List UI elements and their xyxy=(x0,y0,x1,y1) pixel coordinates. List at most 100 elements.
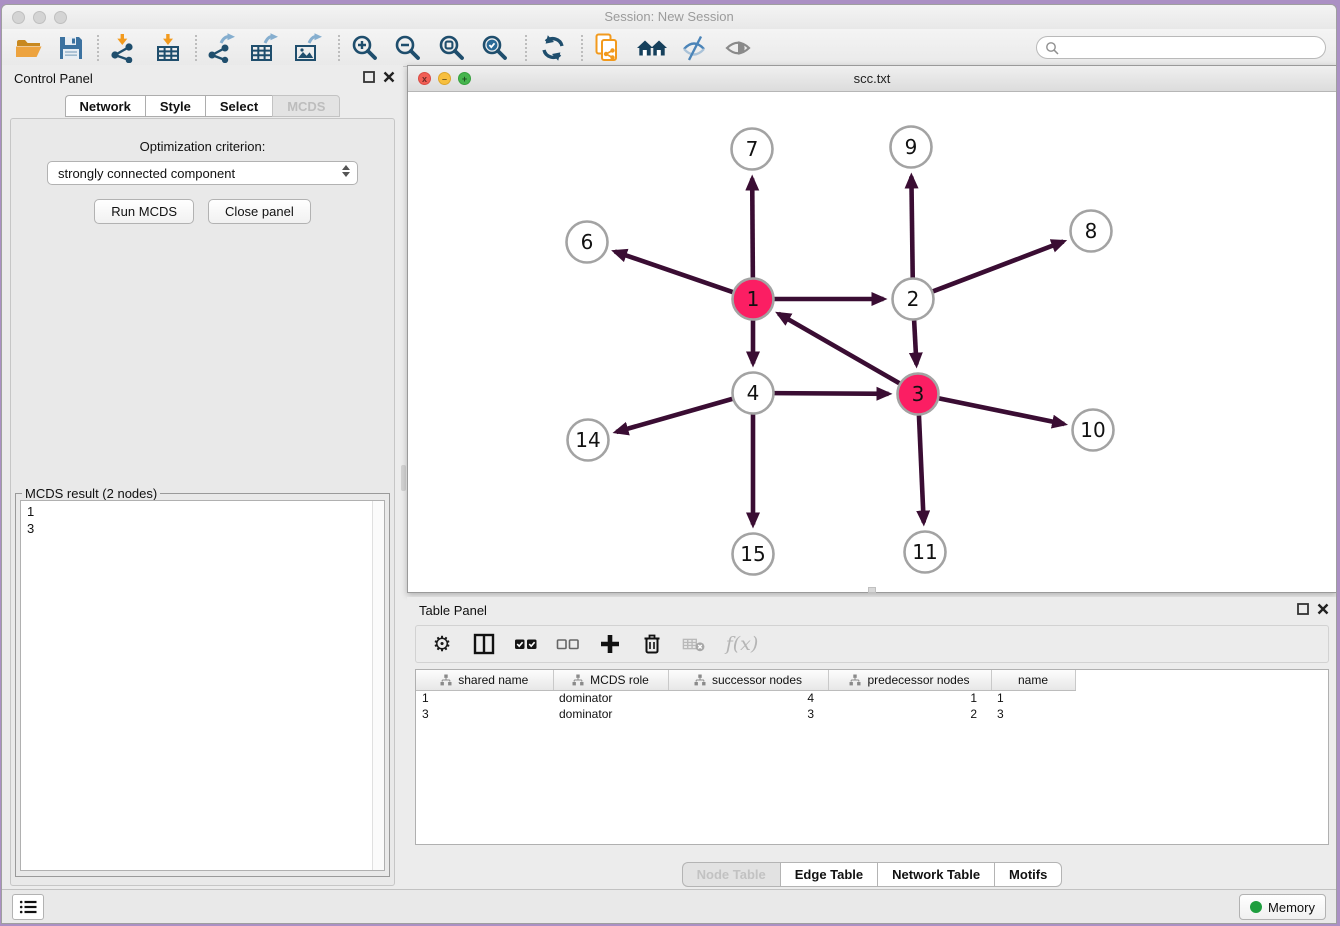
home-button[interactable] xyxy=(636,33,666,63)
zoom-out-button[interactable] xyxy=(393,33,423,63)
cell[interactable]: dominator xyxy=(553,706,668,722)
cell[interactable]: 1 xyxy=(828,690,991,706)
tree-icon xyxy=(694,674,706,686)
edge-2-9[interactable] xyxy=(911,176,912,277)
edge-3-11[interactable] xyxy=(919,415,924,522)
show-columns-button[interactable] xyxy=(472,632,496,656)
export-image-button[interactable] xyxy=(293,33,323,63)
search-input[interactable] xyxy=(1036,36,1326,59)
node-15[interactable]: 15 xyxy=(733,534,774,575)
import-table-icon xyxy=(153,33,183,63)
panel-splitter-handle[interactable] xyxy=(401,465,406,491)
edge-3-10[interactable] xyxy=(939,398,1064,424)
zoom-fit-button[interactable] xyxy=(437,33,467,63)
function-builder-button[interactable]: f(x) xyxy=(724,632,760,656)
node-table[interactable]: shared nameMCDS rolesuccessor nodesprede… xyxy=(416,670,1076,722)
cell[interactable]: dominator xyxy=(553,690,668,706)
edge-1-7[interactable] xyxy=(752,178,753,277)
node-8[interactable]: 8 xyxy=(1071,211,1112,252)
node-11[interactable]: 11 xyxy=(905,532,946,573)
deselect-all-button[interactable] xyxy=(556,632,580,656)
node-7[interactable]: 7 xyxy=(732,129,773,170)
optimization-criterion-select[interactable]: strongly connected component xyxy=(47,161,358,185)
tab-network-table[interactable]: Network Table xyxy=(877,862,994,887)
zoom-selected-button[interactable] xyxy=(480,33,510,63)
column-header-shared-name[interactable]: shared name xyxy=(416,670,553,690)
cell[interactable]: 3 xyxy=(991,706,1075,722)
select-all-button[interactable] xyxy=(514,632,538,656)
toolbar-separator xyxy=(97,35,99,61)
column-header-mcds-role[interactable]: MCDS role xyxy=(553,670,668,690)
tab-select[interactable]: Select xyxy=(205,95,272,117)
table-row[interactable]: 3dominator323 xyxy=(416,706,1075,722)
node-label-11: 11 xyxy=(912,540,937,564)
edge-4-3[interactable] xyxy=(774,393,888,394)
edge-1-6[interactable] xyxy=(615,252,733,292)
open-session-button[interactable] xyxy=(14,33,44,63)
show-panels-button[interactable] xyxy=(12,894,44,920)
control-panel: Control Panel NetworkStyleSelectMCDS Opt… xyxy=(2,65,403,891)
new-network-button[interactable] xyxy=(593,33,623,63)
add-column-button[interactable] xyxy=(598,632,622,656)
node-9[interactable]: 9 xyxy=(891,127,932,168)
node-3[interactable]: 3 xyxy=(898,374,939,415)
zoom-selected-icon xyxy=(480,33,510,63)
node-6[interactable]: 6 xyxy=(567,222,608,263)
node-10[interactable]: 10 xyxy=(1073,410,1114,451)
export-image-icon xyxy=(293,33,323,63)
float-table-panel-icon[interactable] xyxy=(1297,603,1309,615)
tab-node-table[interactable]: Node Table xyxy=(682,862,780,887)
import-table-button[interactable] xyxy=(153,33,183,63)
network-canvas[interactable]: 7 9 6 8 1 2 4 3 14 10 15 11 xyxy=(408,92,1336,592)
export-table-button[interactable] xyxy=(249,33,279,63)
column-header-name[interactable]: name xyxy=(991,670,1075,690)
close-panel-icon[interactable] xyxy=(383,71,395,83)
export-table-icon xyxy=(249,33,279,63)
table-row[interactable]: 1dominator411 xyxy=(416,690,1075,706)
delete-table-button[interactable] xyxy=(682,632,706,656)
node-4[interactable]: 4 xyxy=(733,373,774,414)
float-panel-icon[interactable] xyxy=(363,71,375,83)
close-panel-button[interactable]: Close panel xyxy=(208,199,311,224)
column-header-successor-nodes[interactable]: successor nodes xyxy=(668,670,828,690)
apply-layout-button[interactable] xyxy=(538,33,568,63)
node-1[interactable]: 1 xyxy=(733,279,774,320)
save-session-button[interactable] xyxy=(56,33,86,63)
mcds-result-textarea[interactable]: 13 xyxy=(20,500,385,871)
tab-edge-table[interactable]: Edge Table xyxy=(780,862,877,887)
column-header-predecessor-nodes[interactable]: predecessor nodes xyxy=(828,670,991,690)
hide-selected-button[interactable] xyxy=(680,33,710,63)
edge-3-1[interactable] xyxy=(779,314,900,384)
select-stepper-icon xyxy=(342,165,350,177)
tab-style[interactable]: Style xyxy=(145,95,205,117)
import-network-button[interactable] xyxy=(108,33,138,63)
tab-network[interactable]: Network xyxy=(65,95,145,117)
node-label-8: 8 xyxy=(1085,219,1098,243)
cell[interactable]: 4 xyxy=(668,690,828,706)
cell[interactable]: 2 xyxy=(828,706,991,722)
canvas-scroll-thumb[interactable] xyxy=(868,587,876,593)
cell[interactable]: 3 xyxy=(416,706,553,722)
run-mcds-button[interactable]: Run MCDS xyxy=(94,199,194,224)
tab-motifs[interactable]: Motifs xyxy=(994,862,1062,887)
memory-button[interactable]: Memory xyxy=(1239,894,1326,920)
result-scrollbar[interactable] xyxy=(372,501,384,870)
list-icon xyxy=(19,899,37,915)
network-window-titlebar[interactable]: x – + scc.txt xyxy=(408,66,1336,92)
cell[interactable]: 1 xyxy=(416,690,553,706)
edge-2-8[interactable] xyxy=(933,242,1063,292)
edge-4-14[interactable] xyxy=(616,399,732,432)
cell[interactable]: 1 xyxy=(991,690,1075,706)
node-14[interactable]: 14 xyxy=(568,420,609,461)
delete-column-button[interactable] xyxy=(640,632,664,656)
zoom-in-button[interactable] xyxy=(350,33,380,63)
table-settings-button[interactable]: ⚙ xyxy=(430,632,454,656)
show-all-button[interactable] xyxy=(724,33,754,63)
cell[interactable]: 3 xyxy=(668,706,828,722)
export-network-button[interactable] xyxy=(206,33,236,63)
close-table-panel-icon[interactable] xyxy=(1317,603,1329,615)
edge-2-3[interactable] xyxy=(914,320,916,364)
node-2[interactable]: 2 xyxy=(893,279,934,320)
tree-icon xyxy=(572,674,584,686)
tab-mcds[interactable]: MCDS xyxy=(272,95,340,117)
